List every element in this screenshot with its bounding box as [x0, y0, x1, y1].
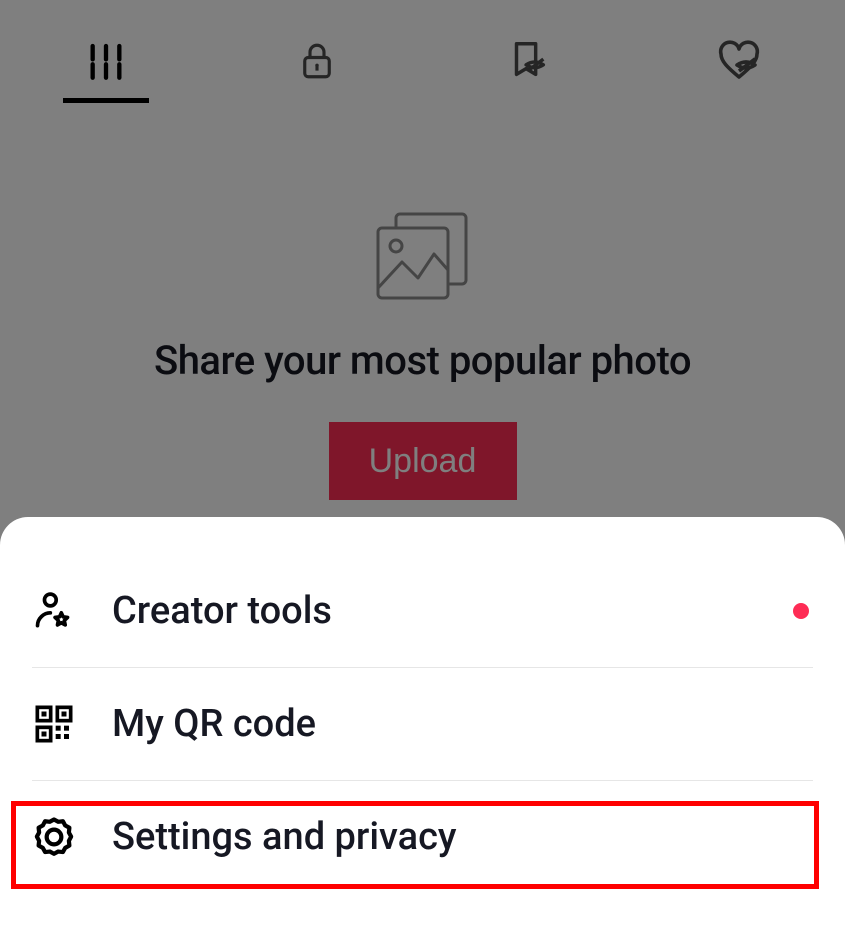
- qr-code-icon: [32, 702, 76, 746]
- menu-item-label: My QR code: [112, 702, 316, 746]
- creator-tools-icon: [32, 589, 76, 633]
- menu-item-settings-privacy[interactable]: Settings and privacy: [0, 781, 845, 893]
- menu-item-creator-tools[interactable]: Creator tools: [0, 555, 845, 667]
- menu-item-qr-code[interactable]: My QR code: [0, 668, 845, 780]
- settings-icon: [32, 815, 76, 859]
- menu-item-label: Creator tools: [112, 589, 332, 633]
- bottom-sheet: Creator tools My QR code: [0, 517, 845, 933]
- menu-item-label: Settings and privacy: [112, 815, 457, 859]
- notification-dot: [793, 603, 809, 619]
